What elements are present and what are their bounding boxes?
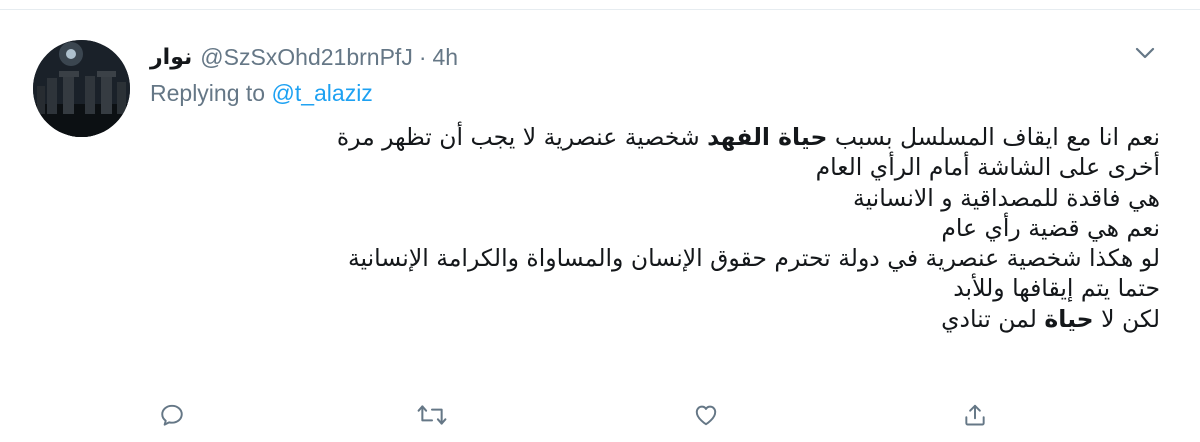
top-divider <box>0 0 1200 10</box>
replying-to: Replying to @t_alaziz <box>150 80 373 107</box>
retweet-button[interactable] <box>412 395 452 435</box>
like-button[interactable] <box>686 395 726 435</box>
bold-text: حياة الفهد <box>707 123 828 151</box>
share-button[interactable] <box>955 395 995 435</box>
avatar-image <box>33 40 130 137</box>
tweet-line: حتما يتم إيقافها وللأبد <box>953 274 1160 303</box>
tweet-line: لو هكذا شخصية عنصرية في دولة تحترم حقوق … <box>347 244 1160 273</box>
tweet-line: لكن لا حياة لمن تنادي <box>941 304 1160 333</box>
tweet-actions <box>0 395 1200 435</box>
reply-icon <box>161 404 183 426</box>
display-name[interactable]: نوار <box>150 45 192 70</box>
tweet-line: هي فاقدة للمصداقية و الانسانية <box>852 183 1160 212</box>
bold-text: حياة <box>1044 304 1094 333</box>
tweet[interactable]: نوار @SzSxOhd21brnPfJ · 4h Replying to @… <box>0 10 1200 442</box>
reply-button[interactable] <box>152 395 192 435</box>
tweet-line: نعم هي قضية رأي عام <box>941 213 1160 242</box>
replying-prefix: Replying to <box>150 80 266 106</box>
timestamp[interactable]: 4h <box>433 44 459 71</box>
chevron-down-icon <box>1135 47 1155 59</box>
tweet-line: نعم انا مع ايقاف المسلسل بسبب حياة الفهد… <box>336 123 1160 151</box>
avatar[interactable] <box>33 40 130 137</box>
tweet-text: نعم انا مع ايقاف المسلسل بسبب حياة الفهد… <box>160 122 1160 334</box>
retweet-icon <box>417 405 447 425</box>
more-options-button[interactable] <box>1130 38 1160 68</box>
heart-icon <box>695 405 717 426</box>
share-icon <box>965 404 985 426</box>
tweet-header: نوار @SzSxOhd21brnPfJ · 4h <box>150 40 458 74</box>
tweet-line: أخرى على الشاشة أمام الرأي العام <box>815 153 1160 182</box>
reply-mention-link[interactable]: @t_alaziz <box>271 80 372 106</box>
separator-dot: · <box>418 43 427 70</box>
user-handle[interactable]: @SzSxOhd21brnPfJ <box>200 44 413 71</box>
